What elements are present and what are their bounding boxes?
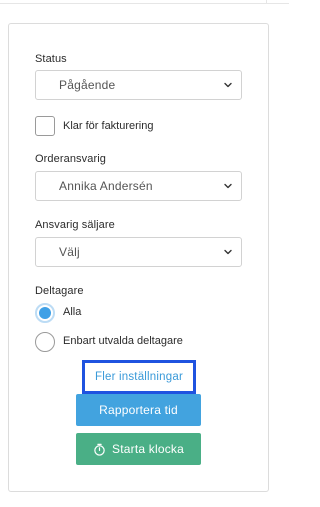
- sales-rep-label: Ansvarig säljare: [35, 219, 115, 231]
- more-settings-link[interactable]: Fler inställningar: [82, 360, 196, 394]
- participants-option-selected-only[interactable]: Enbart utvalda deltagare: [35, 332, 255, 354]
- radio-all[interactable]: [35, 303, 55, 323]
- sales-rep-select-value: Välj: [59, 245, 80, 259]
- invoicing-checkbox-row[interactable]: Klar för fakturering: [35, 116, 235, 138]
- status-select[interactable]: Pågående: [35, 70, 242, 100]
- chevron-down-icon: [224, 183, 232, 189]
- start-clock-label: Starta klocka: [112, 442, 184, 456]
- sales-rep-select[interactable]: Välj: [35, 237, 242, 267]
- order-owner-select-value: Annika Andersén: [59, 179, 153, 193]
- order-owner-select[interactable]: Annika Andersén: [35, 171, 242, 201]
- top-divider: [0, 0, 289, 4]
- invoicing-checkbox-label: Klar för fakturering: [63, 120, 154, 132]
- divider-tick: [266, 0, 267, 4]
- report-time-button[interactable]: Rapportera tid: [76, 394, 201, 426]
- participants-label: Deltagare: [35, 285, 84, 297]
- radio-all-label: Alla: [63, 306, 82, 318]
- radio-selected-only[interactable]: [35, 332, 55, 352]
- radio-selected-only-label: Enbart utvalda deltagare: [63, 335, 183, 347]
- participants-option-all[interactable]: Alla: [35, 303, 255, 325]
- status-select-value: Pågående: [59, 78, 116, 92]
- report-time-label: Rapportera tid: [99, 403, 178, 417]
- invoicing-checkbox[interactable]: [35, 116, 55, 136]
- chevron-down-icon: [224, 82, 232, 88]
- stopwatch-icon: [94, 443, 105, 456]
- start-clock-button[interactable]: Starta klocka: [76, 433, 201, 465]
- status-label: Status: [35, 53, 67, 65]
- chevron-down-icon: [224, 249, 232, 255]
- order-owner-label: Orderansvarig: [35, 153, 106, 165]
- radio-selected-dot: [39, 307, 51, 319]
